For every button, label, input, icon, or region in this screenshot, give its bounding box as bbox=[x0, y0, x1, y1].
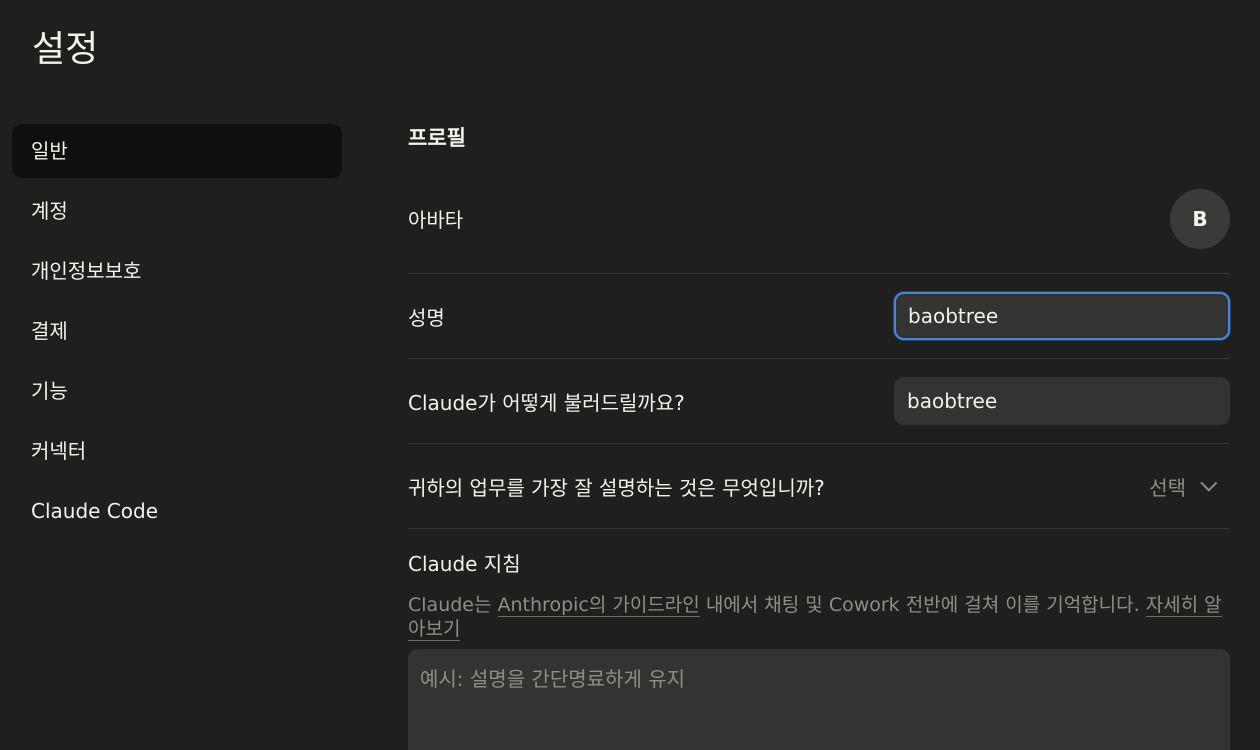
sidebar-item-account[interactable]: 계정 bbox=[12, 184, 342, 238]
work-role-row: 귀하의 업무를 가장 잘 설명하는 것은 무엇입니까? 선택 bbox=[408, 444, 1230, 529]
avatar-initial: B bbox=[1192, 206, 1208, 231]
work-role-select-value: 선택 bbox=[1149, 475, 1186, 500]
instructions-helper-text: Claude는 Anthropic의 가이드라인 내에서 채팅 및 Cowork… bbox=[408, 593, 1230, 641]
chevron-down-icon bbox=[1200, 474, 1218, 492]
helper-text-part1: Claude는 bbox=[408, 594, 498, 616]
instructions-textarea[interactable] bbox=[408, 649, 1230, 750]
profile-section-title: 프로필 bbox=[408, 126, 466, 150]
full-name-input[interactable] bbox=[894, 292, 1230, 340]
avatar-row: 아바타 B bbox=[408, 164, 1230, 274]
anthropic-guidelines-link[interactable]: Anthropic의 가이드라인 bbox=[497, 594, 700, 617]
sidebar-item-features[interactable]: 기능 bbox=[12, 364, 342, 418]
work-role-select[interactable]: 선택 bbox=[1149, 472, 1230, 501]
work-role-label: 귀하의 업무를 가장 잘 설명하는 것은 무엇입니까? bbox=[408, 475, 825, 500]
sidebar-item-general[interactable]: 일반 bbox=[12, 124, 342, 178]
sidebar-item-privacy[interactable]: 개인정보보호 bbox=[12, 244, 342, 298]
sidebar-item-connectors[interactable]: 커넥터 bbox=[12, 424, 342, 478]
settings-sidebar: 일반 계정 개인정보보호 결제 기능 커넥터 Claude Code bbox=[12, 124, 342, 544]
settings-page: 설정 일반 계정 개인정보보호 결제 기능 커넥터 Claude Code 프로… bbox=[0, 0, 1260, 750]
page-title: 설정 bbox=[32, 29, 99, 70]
settings-content: 프로필 아바타 B 성명 Claude가 어떻게 불러드릴까요? 귀하의 업무를… bbox=[408, 112, 1230, 750]
helper-text-part2: 내에서 채팅 및 Cowork 전반에 걸쳐 이를 기억합니다. bbox=[699, 594, 1146, 616]
nickname-row: Claude가 어떻게 불러드릴까요? bbox=[408, 359, 1230, 444]
sidebar-item-claude-code[interactable]: Claude Code bbox=[12, 484, 342, 538]
full-name-label: 성명 bbox=[408, 305, 445, 330]
avatar-label: 아바타 bbox=[408, 208, 464, 232]
avatar[interactable]: B bbox=[1170, 188, 1230, 249]
instructions-title: Claude 지침 bbox=[408, 552, 521, 576]
full-name-row: 성명 bbox=[408, 274, 1230, 359]
nickname-input[interactable] bbox=[894, 377, 1230, 425]
nickname-label: Claude가 어떻게 불러드릴까요? bbox=[408, 390, 685, 415]
sidebar-item-billing[interactable]: 결제 bbox=[12, 304, 342, 358]
